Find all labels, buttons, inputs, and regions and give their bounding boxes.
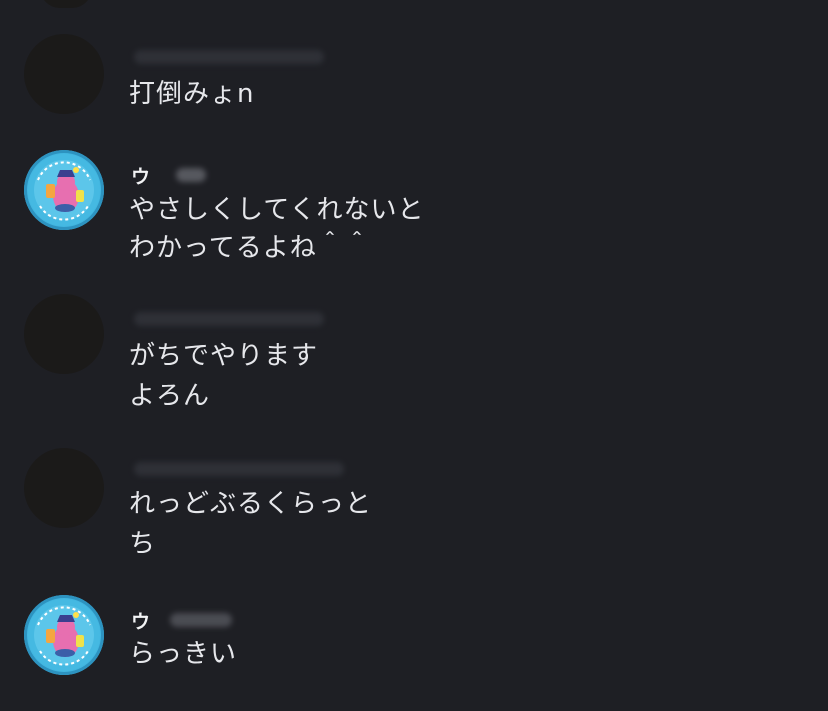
avatar[interactable] [24,34,104,114]
message-text: がちでやります [129,341,319,371]
message-text: ち [129,529,157,559]
mascot-badge-icon [28,599,100,671]
author-name-blurred [134,462,344,476]
author-name[interactable]: ウ [131,162,150,189]
message-text: よろん [129,381,211,411]
avatar-fragment [40,0,92,8]
avatar[interactable] [24,150,104,230]
message-text: れっどぶるくらっと [129,489,373,519]
author-name-blurred [176,168,206,182]
author-name-blurred [134,312,324,326]
message-text: 打倒みょn [129,79,255,109]
message-text: やさしくしてくれないと [129,195,425,225]
avatar[interactable] [24,294,104,374]
message-text: わかってるよね＾＾ [129,233,371,263]
author-name-blurred [134,50,324,64]
message-text: らっきい [129,639,238,669]
avatar[interactable] [24,448,104,528]
chat-log: 打倒みょn ウ やさしくしてくれないと わかってるよね＾＾ がちでやります よろ… [0,0,828,711]
author-name-blurred [170,613,232,627]
avatar[interactable] [24,595,104,675]
mascot-badge-icon [28,154,100,226]
author-name[interactable]: ウ [131,607,150,634]
